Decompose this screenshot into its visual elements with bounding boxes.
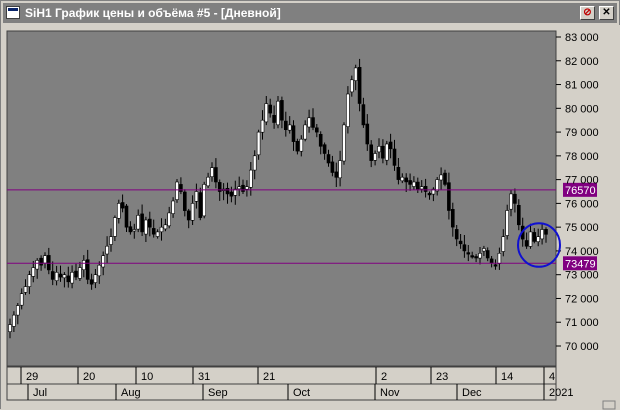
- x-day-label: 20: [83, 371, 95, 383]
- y-tick-label: 71 000: [565, 317, 599, 329]
- close-button[interactable]: ✕: [599, 6, 614, 20]
- y-tick-label: 82 000: [565, 56, 599, 68]
- y-tick-label: 73 000: [565, 270, 599, 282]
- y-tick-label: 75 000: [565, 222, 599, 234]
- y-tick-label: 81 000: [565, 80, 599, 92]
- x-month-label: Nov: [380, 387, 400, 399]
- x-month-label: Aug: [121, 387, 141, 399]
- level-label: 76570: [565, 185, 596, 197]
- x-day-label: 4: [549, 371, 555, 383]
- x-day-label: 31: [198, 371, 210, 383]
- y-tick-label: 78 000: [565, 151, 599, 163]
- x-month-label: Dec: [462, 387, 482, 399]
- x-month-label: Jul: [33, 387, 47, 399]
- y-tick-label: 70 000: [565, 341, 599, 353]
- x-day-label: 21: [263, 371, 275, 383]
- x-month-label: Oct: [293, 387, 310, 399]
- chart-window: SiH1 График цены и объёма #5 - [Дневной]…: [0, 0, 620, 410]
- x-day-label: 23: [436, 371, 448, 383]
- y-tick-label: 83 000: [565, 32, 599, 44]
- y-tick-label: 74 000: [565, 246, 599, 258]
- candle: [175, 179, 179, 203]
- x-month-label: Sep: [208, 387, 228, 399]
- y-tick-label: 79 000: [565, 127, 599, 139]
- x-day-label: 10: [141, 371, 153, 383]
- candle: [202, 181, 206, 219]
- x-day-label: 29: [26, 371, 38, 383]
- candle: [342, 122, 346, 165]
- price-chart[interactable]: 76570 73479 83 000 82 000 81 000 80 000 79 00…: [1, 25, 620, 410]
- scroll-corner[interactable]: [602, 400, 616, 410]
- y-tick-label: 76 000: [565, 198, 599, 210]
- chart-window-icon[interactable]: [6, 6, 20, 19]
- title-bar[interactable]: SiH1 График цены и объёма #5 - [Дневной]…: [3, 3, 617, 23]
- candle: [198, 187, 203, 221]
- x-day-label: 2: [381, 371, 387, 383]
- x-month-label: 2021: [549, 387, 573, 399]
- level-label: 73479: [565, 258, 596, 270]
- y-tick-label: 77 000: [565, 175, 599, 187]
- y-tick-label: 80 000: [565, 103, 599, 115]
- x-day-label: 14: [501, 371, 513, 383]
- window-title: SiH1 График цены и объёма #5 - [Дневной]: [25, 6, 281, 20]
- y-tick-label: 72 000: [565, 293, 599, 305]
- plot-area[interactable]: [6, 30, 557, 367]
- pin-icon[interactable]: ⊘: [580, 6, 595, 20]
